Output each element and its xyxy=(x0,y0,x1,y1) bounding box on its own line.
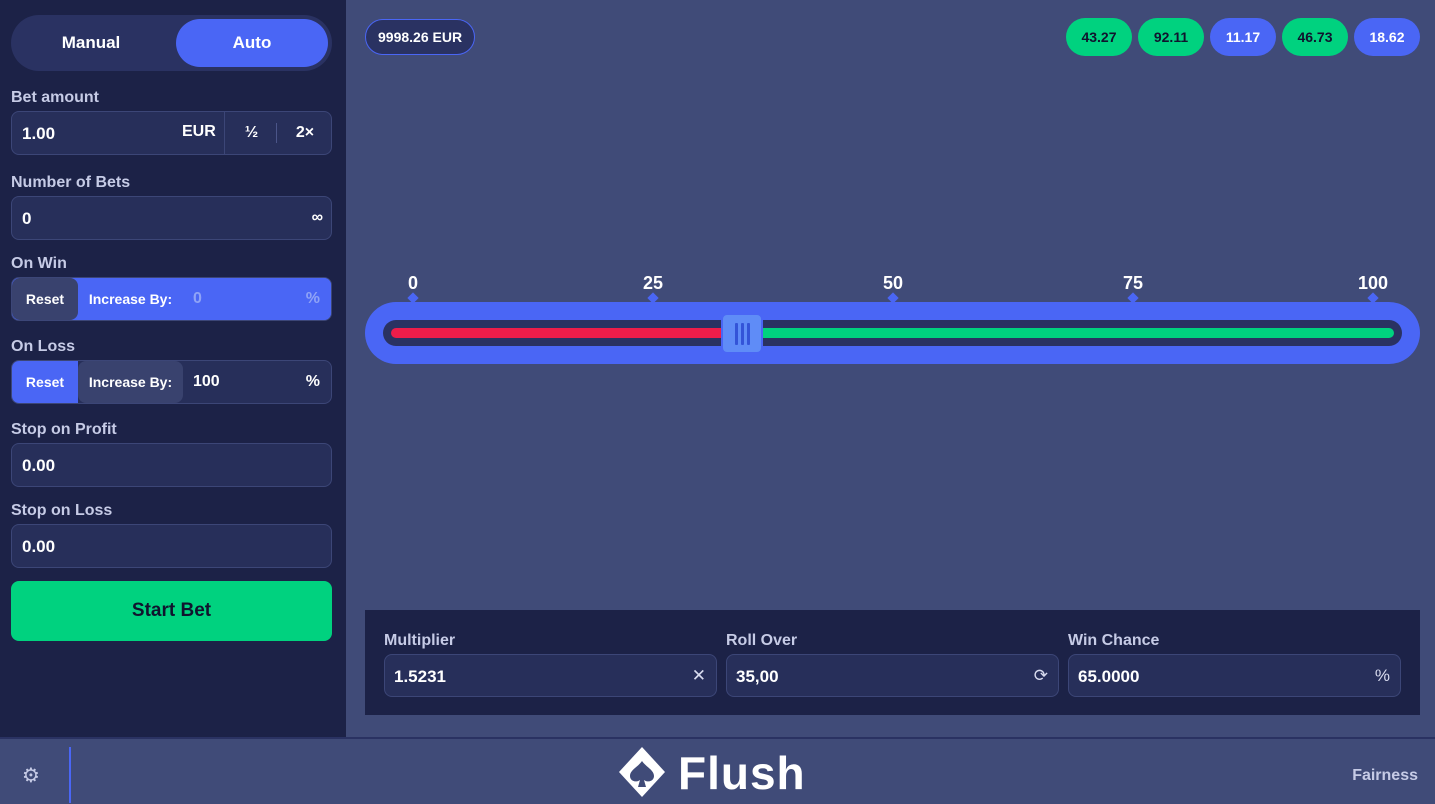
history-pill[interactable]: 46.73 xyxy=(1282,18,1348,56)
result-history: 43.27 92.11 11.17 46.73 18.62 xyxy=(1066,18,1420,56)
on-loss-field: Reset Increase By: 100 % xyxy=(11,360,332,404)
balance-badge: 9998.26 EUR xyxy=(365,19,476,55)
refresh-icon[interactable]: ⟳ xyxy=(1034,666,1048,686)
divider xyxy=(276,123,277,143)
grip-line xyxy=(746,322,750,345)
win-chance-label: Win Chance xyxy=(1068,632,1160,649)
percent-icon: % xyxy=(305,373,320,390)
spade-diamond-icon xyxy=(619,747,665,797)
number-of-bets-input[interactable]: 0 xyxy=(22,209,31,229)
history-pill[interactable]: 18.62 xyxy=(1354,18,1420,56)
double-bet-button[interactable]: 2× xyxy=(278,112,332,154)
auto-tab[interactable]: Auto xyxy=(176,19,328,67)
roll-over-value[interactable]: 35,00 xyxy=(736,667,779,687)
tick-label: 25 xyxy=(642,273,664,293)
win-chance-value[interactable]: 65.0000 xyxy=(1078,667,1139,687)
history-pill[interactable]: 11.17 xyxy=(1210,18,1276,56)
history-pill[interactable]: 92.11 xyxy=(1138,18,1204,56)
currency-label: EUR xyxy=(182,123,216,140)
multiplier-value[interactable]: 1.5231 xyxy=(394,667,446,687)
multiplier-field[interactable]: 1.5231 ✕ xyxy=(384,654,717,697)
stop-on-loss-field[interactable]: 0.00 xyxy=(11,524,332,568)
slider-track xyxy=(383,320,1402,346)
history-pill[interactable]: 43.27 xyxy=(1066,18,1132,56)
stop-on-profit-label: Stop on Profit xyxy=(11,421,117,438)
number-of-bets-field: 0 ∞ xyxy=(11,196,332,240)
close-icon[interactable]: ✕ xyxy=(692,666,706,686)
roll-over-field[interactable]: 35,00 ⟳ xyxy=(726,654,1059,697)
divider xyxy=(69,747,71,803)
tick-label: 0 xyxy=(407,273,419,293)
slider-scale: 0 25 50 75 100 xyxy=(0,273,1435,304)
win-range-bar xyxy=(742,328,1394,338)
manual-tab[interactable]: Manual xyxy=(15,19,167,67)
dice-slider[interactable] xyxy=(365,302,1420,364)
footer: ⚙ Flush Fairness xyxy=(0,737,1435,804)
half-bet-button[interactable]: ½ xyxy=(224,112,278,154)
bet-amount-label: Bet amount xyxy=(11,89,99,106)
bet-amount-field: 1.00 EUR ½ 2× xyxy=(11,111,332,155)
tick-label: 100 xyxy=(1357,273,1389,293)
on-loss-increase-button[interactable]: Increase By: xyxy=(78,361,183,403)
stop-on-profit-field[interactable]: 0.00 xyxy=(11,443,332,487)
stop-on-profit-input[interactable]: 0.00 xyxy=(22,456,55,476)
lose-range-bar xyxy=(391,328,743,338)
bet-sidebar: Manual Auto Bet amount 1.00 EUR ½ 2× Num… xyxy=(0,0,346,737)
stop-on-loss-label: Stop on Loss xyxy=(11,502,113,519)
on-loss-input[interactable]: 100 % xyxy=(183,361,331,403)
multiplier-label: Multiplier xyxy=(384,632,456,649)
roll-over-label: Roll Over xyxy=(726,632,798,649)
grip-line xyxy=(740,322,744,345)
start-bet-button[interactable]: Start Bet xyxy=(11,581,332,641)
fairness-link[interactable]: Fairness xyxy=(1352,767,1418,785)
number-of-bets-label: Number of Bets xyxy=(11,174,131,191)
percent-icon: % xyxy=(1374,666,1390,685)
on-loss-value: 100 xyxy=(193,373,220,390)
tick-label: 50 xyxy=(882,273,904,293)
win-chance-field[interactable]: 65.0000 % xyxy=(1068,654,1401,697)
bet-amount-input[interactable]: 1.00 xyxy=(22,124,55,144)
infinity-icon[interactable]: ∞ xyxy=(312,209,323,227)
brand-name: Flush xyxy=(678,747,806,799)
bet-settings-panel: Multiplier 1.5231 ✕ Roll Over 35,00 ⟳ Wi… xyxy=(365,610,1420,715)
gear-icon[interactable]: ⚙ xyxy=(22,763,40,788)
tick-label: 75 xyxy=(1122,273,1144,293)
slider-handle[interactable] xyxy=(721,313,764,354)
on-loss-reset-button[interactable]: Reset xyxy=(12,361,78,403)
brand-logo: Flush xyxy=(616,745,806,801)
stop-on-loss-input[interactable]: 0.00 xyxy=(22,537,55,557)
grip-line xyxy=(734,322,738,345)
on-loss-label: On Loss xyxy=(11,338,76,355)
on-win-label: On Win xyxy=(11,255,67,272)
mode-toggle: Manual Auto xyxy=(11,15,332,71)
